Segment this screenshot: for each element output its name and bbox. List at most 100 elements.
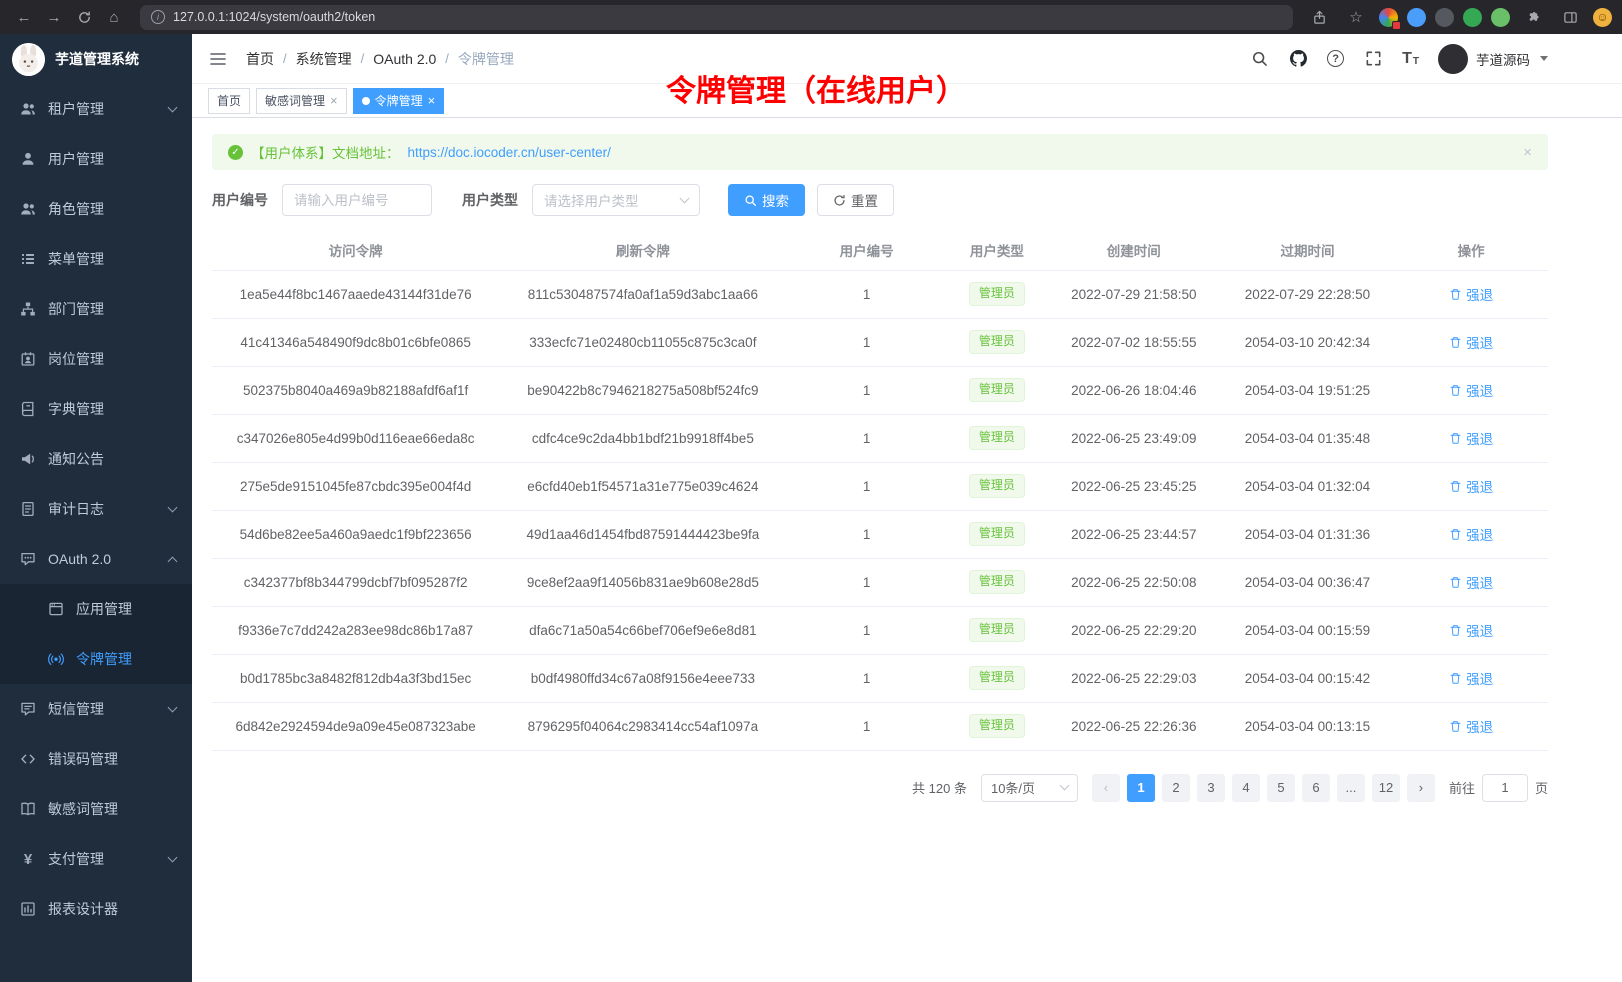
sidebar-item-label: 审计日志 (48, 499, 169, 519)
col-access-token: 访问令牌 (212, 230, 499, 270)
extension-icon-dark[interactable] (1435, 8, 1454, 27)
site-info-icon[interactable]: i (151, 10, 165, 24)
force-logout-button[interactable]: 强退 (1449, 572, 1493, 592)
extension-icon-colorful[interactable] (1379, 8, 1398, 27)
sms-message-icon (20, 701, 36, 717)
page-button[interactable]: 6 (1302, 774, 1330, 802)
extension-icon-blue[interactable] (1407, 8, 1426, 27)
col-actions: 操作 (1394, 230, 1548, 270)
font-size-icon[interactable]: TT (1402, 51, 1419, 67)
error-code-brackets-icon (20, 751, 36, 767)
sidebar-item-dict[interactable]: 字典管理 (0, 384, 192, 434)
page-size-select[interactable]: 10条/页 (981, 774, 1078, 802)
tab-sensitive-word[interactable]: 敏感词管理 × (256, 88, 347, 114)
sidebar-item-token[interactable]: 令牌管理 (0, 634, 192, 684)
cell-actions: 强退 (1394, 318, 1548, 366)
sidebar-item-oauth2[interactable]: OAuth 2.0 (0, 534, 192, 584)
cell-user-id: 1 (786, 510, 946, 558)
tab-home[interactable]: 首页 (208, 88, 250, 114)
home-icon[interactable]: ⌂ (100, 3, 128, 31)
browser-profile-avatar[interactable]: ☺ (1593, 8, 1612, 27)
app-logo[interactable]: 芋道管理系统 (0, 34, 192, 84)
page-button[interactable]: 12 (1372, 774, 1400, 802)
split-view-icon[interactable] (1556, 3, 1584, 31)
force-logout-button[interactable]: 强退 (1449, 716, 1493, 736)
page-button[interactable]: 3 (1197, 774, 1225, 802)
sidebar-item-tenant[interactable]: 租户管理 (0, 84, 192, 134)
page-button[interactable]: 4 (1232, 774, 1260, 802)
force-logout-button[interactable]: 强退 (1449, 380, 1493, 400)
force-logout-button[interactable]: 强退 (1449, 524, 1493, 544)
force-logout-button[interactable]: 强退 (1449, 428, 1493, 448)
sidebar-item-pay[interactable]: ¥ 支付管理 (0, 834, 192, 884)
delete-icon (1449, 384, 1462, 397)
extensions-puzzle-icon[interactable] (1519, 3, 1547, 31)
goto-page-input[interactable] (1482, 774, 1528, 802)
cell-access-token: 41c41346a548490f9dc8b01c6bfe0865 (212, 318, 499, 366)
pages-ellipsis[interactable]: ... (1337, 774, 1365, 802)
search-icon[interactable] (1249, 49, 1269, 69)
user-type-select[interactable]: 请选择用户类型 (532, 184, 700, 216)
chevron-down-icon (168, 502, 178, 512)
forward-icon[interactable]: → (40, 3, 68, 31)
cell-user-id: 1 (786, 606, 946, 654)
extension-icon-green[interactable] (1463, 8, 1482, 27)
user-menu[interactable]: 芋道源码 (1438, 44, 1548, 74)
reload-icon[interactable] (70, 3, 98, 31)
close-icon[interactable]: × (330, 94, 338, 107)
prev-page-button[interactable]: ‹ (1092, 774, 1120, 802)
page-button[interactable]: 1 (1127, 774, 1155, 802)
force-logout-button[interactable]: 强退 (1449, 332, 1493, 352)
sidebar-item-post[interactable]: 岗位管理 (0, 334, 192, 384)
cell-create-time: 2022-06-26 18:04:46 (1047, 366, 1221, 414)
table-row: 275e5de9151045fe87cbdc395e004f4d e6cfd40… (212, 462, 1548, 510)
share-icon[interactable] (1305, 3, 1333, 31)
sidebar-item-sensitive-word[interactable]: 敏感词管理 (0, 784, 192, 834)
cell-user-id: 1 (786, 558, 946, 606)
sidebar-item-notice[interactable]: 通知公告 (0, 434, 192, 484)
sidebar-item-label: 支付管理 (48, 849, 169, 869)
breadcrumb-oauth2[interactable]: OAuth 2.0 (373, 51, 436, 67)
page-button[interactable]: 2 (1162, 774, 1190, 802)
doc-link[interactable]: https://doc.iocoder.cn/user-center/ (408, 145, 611, 160)
breadcrumb-home[interactable]: 首页 (246, 49, 274, 69)
breadcrumb-system[interactable]: 系统管理 (296, 49, 352, 69)
hamburger-icon[interactable] (206, 47, 230, 71)
close-icon[interactable]: × (428, 94, 436, 107)
user-id-input[interactable] (282, 184, 432, 216)
fullscreen-icon[interactable] (1363, 49, 1383, 69)
force-logout-button[interactable]: 强退 (1449, 668, 1493, 688)
extension-icon-teal[interactable] (1491, 8, 1510, 27)
address-bar[interactable]: i 127.0.0.1:1024/system/oauth2/token (140, 5, 1293, 30)
reset-button[interactable]: 重置 (817, 184, 894, 216)
search-button[interactable]: 搜索 (728, 184, 805, 216)
force-logout-button[interactable]: 强退 (1449, 284, 1493, 304)
alert-close-icon[interactable]: × (1523, 144, 1532, 161)
force-logout-button[interactable]: 强退 (1449, 476, 1493, 496)
sidebar-item-audit-log[interactable]: 审计日志 (0, 484, 192, 534)
browser-chrome: ← → ⌂ i 127.0.0.1:1024/system/oauth2/tok… (0, 0, 1622, 34)
sidebar-item-app[interactable]: 应用管理 (0, 584, 192, 634)
sidebar-item-label: 岗位管理 (48, 349, 176, 369)
help-icon[interactable]: ? (1327, 50, 1344, 67)
sidebar-item-error-code[interactable]: 错误码管理 (0, 734, 192, 784)
sidebar-item-dept[interactable]: 部门管理 (0, 284, 192, 334)
github-icon[interactable] (1288, 49, 1308, 69)
back-icon[interactable]: ← (10, 3, 38, 31)
cell-refresh-token: e6cfd40eb1f54571a31e775e039c4624 (499, 462, 786, 510)
cell-actions: 强退 (1394, 606, 1548, 654)
sidebar-item-sms[interactable]: 短信管理 (0, 684, 192, 734)
force-logout-button[interactable]: 强退 (1449, 620, 1493, 640)
sidebar-item-menu[interactable]: 菜单管理 (0, 234, 192, 284)
search-button-label: 搜索 (762, 190, 789, 210)
table-header: 访问令牌 刷新令牌 用户编号 用户类型 创建时间 过期时间 操作 (212, 230, 1548, 270)
tab-token[interactable]: 令牌管理 × (353, 88, 445, 114)
sidebar-item-report-designer[interactable]: 报表设计器 (0, 884, 192, 934)
cell-refresh-token: 9ce8ef2aa9f14056b831ae9b608e28d5 (499, 558, 786, 606)
next-page-button[interactable]: › (1407, 774, 1435, 802)
bookmark-star-icon[interactable]: ☆ (1342, 3, 1370, 31)
page-button[interactable]: 5 (1267, 774, 1295, 802)
sidebar: 芋道管理系统 租户管理 用户管理 角色管理 菜单管理 部门管理 (0, 34, 192, 982)
sidebar-item-user[interactable]: 用户管理 (0, 134, 192, 184)
sidebar-item-role[interactable]: 角色管理 (0, 184, 192, 234)
